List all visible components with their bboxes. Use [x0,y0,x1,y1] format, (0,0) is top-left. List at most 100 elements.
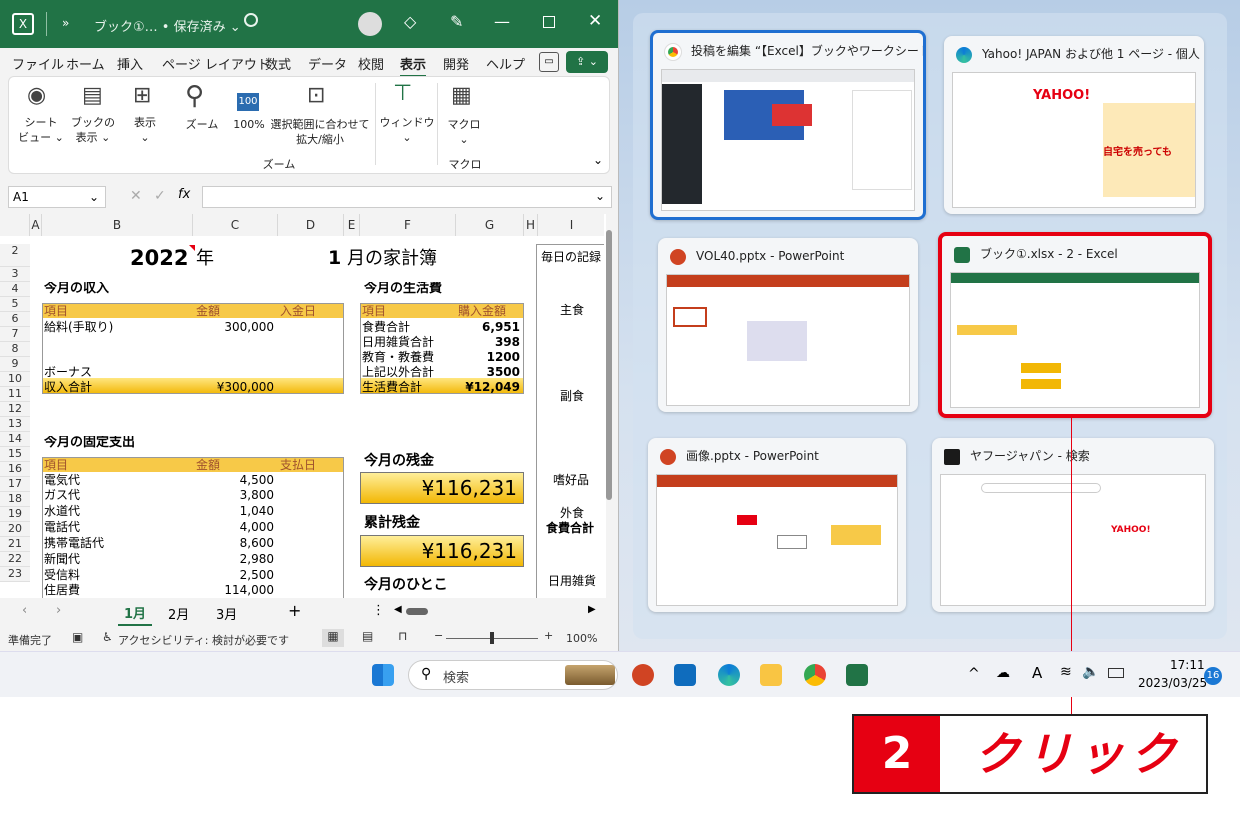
fixed-row-label[interactable]: 水道代 [44,504,80,518]
row-header[interactable]: 16 [0,462,30,477]
tab-help[interactable]: ヘルプ [486,54,525,73]
wifi-icon[interactable]: ≋ [1060,664,1072,680]
fixed-row-label[interactable]: ガス代 [44,488,80,502]
maximize-button[interactable] [543,16,555,28]
prev-sheet-icon[interactable]: ‹ [22,603,27,618]
fixed-row-value[interactable]: 4,500 [200,473,274,487]
column-header[interactable]: D [278,214,344,236]
fixed-row-label[interactable]: 携帯電話代 [44,536,104,550]
window-card-powerpoint-vol40[interactable]: VOL40.pptx - PowerPoint [658,238,918,412]
tab-data[interactable]: データ [308,54,347,73]
row-header[interactable]: 19 [0,507,30,522]
fixed-row-value[interactable]: 1,040 [200,504,274,518]
powerpoint-taskbar-icon[interactable] [632,664,654,686]
cancel-entry-icon[interactable]: ✕ [130,188,142,204]
clock-date[interactable]: 2023/03/25 [1138,676,1207,690]
next-sheet-icon[interactable]: › [56,603,61,618]
window-card-edge[interactable]: Yahoo! JAPAN および他 1 ページ - 個人 -... YAHOO!… [944,36,1204,214]
zoom-to-selection-button[interactable]: 選択範囲に合わせて 拡大/縮小 [265,117,375,147]
living-row-label[interactable]: 日用雑貨合計 [362,335,434,349]
living-row-label[interactable]: 上記以外合計 [362,365,434,379]
formula-input[interactable]: ⌄ [202,186,612,208]
show-button[interactable]: 表示 ⌄ [123,115,167,145]
name-box[interactable]: A1 ⌄ [8,186,106,208]
month-cell[interactable]: 1 [328,247,341,269]
pen-icon[interactable]: ✎ [450,12,463,31]
insert-function-icon[interactable]: fx [178,187,190,202]
fixed-row-label[interactable]: 電気代 [44,473,80,487]
column-header[interactable]: A [30,214,42,236]
tab-insert[interactable]: 挿入 [117,54,143,73]
sheet-view-button[interactable]: シート ビュー ⌄ [17,115,65,145]
row-header[interactable]: 14 [0,432,30,447]
page-layout-view-icon[interactable]: ▤ [362,629,373,643]
book-view-button[interactable]: ブックの 表示 ⌄ [69,115,117,145]
living-row-value[interactable]: 398 [458,335,520,349]
zoom-in-icon[interactable]: + [544,629,553,642]
window-button[interactable]: ウィンドウ ⌄ [379,115,435,145]
fixed-row-value[interactable]: 4,000 [200,520,274,534]
minimize-button[interactable]: — [494,12,510,31]
row-header[interactable]: 20 [0,522,30,537]
chevron-more-icon[interactable]: » [62,16,69,30]
accessibility-status[interactable]: アクセシビリティ: 検討が必要です [118,632,289,648]
fixed-row-label[interactable]: 新聞代 [44,552,80,566]
comment-icon[interactable]: ▭ [539,52,559,72]
row-header[interactable]: 10 [0,372,30,387]
window-card-excel[interactable]: ブック①.xlsx - 2 - Excel [938,232,1212,418]
account-icon[interactable] [358,12,382,36]
column-header[interactable]: B [42,214,193,236]
zoom-100-button[interactable]: 100% [229,117,269,132]
row-header[interactable]: 22 [0,552,30,567]
zoom-button[interactable]: ズーム [179,117,225,132]
worksheet-grid[interactable]: A B C D E F G H I 2 3 4 5 6 7 8 9 10 11 12 13 14 15 16… [0,214,606,598]
clock-time[interactable]: 17:11 [1170,658,1205,672]
fixed-row-label[interactable]: 電話代 [44,520,80,534]
horizontal-scroll-left-icon[interactable]: ◀ [394,604,402,615]
battery-icon[interactable] [1108,668,1124,678]
fixed-row-label[interactable]: 受信料 [44,568,80,582]
tab-file[interactable]: ファイル [12,54,64,73]
tab-view[interactable]: 表示 [400,54,427,78]
fixed-row-value[interactable]: 114,000 [200,583,274,597]
onedrive-icon[interactable]: ☁ [996,665,1010,681]
cumulative-box[interactable]: ¥116,231 [360,535,524,567]
row-header[interactable]: 23 [0,567,30,582]
notification-badge[interactable]: 16 [1204,667,1222,685]
chrome-taskbar-icon[interactable] [804,664,826,686]
fixed-row-label[interactable]: 住居費 [44,583,80,597]
tab-developer[interactable]: 開発 [443,54,469,73]
horizontal-scroll-thumb[interactable] [406,608,428,615]
tab-review[interactable]: 校閲 [358,54,384,73]
scroll-thumb[interactable] [606,230,612,500]
fixed-row-value[interactable]: 2,980 [200,552,274,566]
row-header[interactable]: 3 [0,267,30,282]
search-icon[interactable] [244,13,258,27]
macro-record-icon[interactable]: ▣ [72,630,83,644]
ime-icon[interactable]: A [1032,664,1042,682]
income-row-value[interactable]: 300,000 [200,320,274,334]
income-total-value[interactable]: ¥300,000 [200,380,274,394]
living-row-label[interactable]: 教育・教養費 [362,350,434,364]
premium-diamond-icon[interactable]: ◇ [404,12,416,31]
column-header[interactable]: F [360,214,456,236]
row-header[interactable]: 5 [0,297,30,312]
file-explorer-taskbar-icon[interactable] [760,664,782,686]
sheet-tab-1[interactable]: 1月 [118,603,153,626]
living-total-label[interactable]: 生活費合計 [362,380,422,394]
taskbar-search[interactable]: ⚲ 検索 [408,660,618,690]
row-header[interactable]: 4 [0,282,30,297]
enter-entry-icon[interactable]: ✓ [154,188,166,204]
fixed-row-value[interactable]: 2,500 [200,568,274,582]
ribbon-collapse-icon[interactable]: ⌄ [593,153,603,167]
more-sheets-icon[interactable]: ⋮ [372,603,385,618]
edge-taskbar-icon[interactable] [718,664,740,686]
zoom-out-icon[interactable]: − [434,629,443,642]
balance-box[interactable]: ¥116,231 [360,472,524,504]
sheet-tab-3[interactable]: 3月 [216,604,237,623]
zoom-slider-thumb[interactable] [490,632,494,644]
tab-formulas[interactable]: 数式 [265,54,291,73]
row-header[interactable]: 6 [0,312,30,327]
volume-icon[interactable]: 🔈 [1082,664,1099,680]
living-row-value[interactable]: 6,951 [458,320,520,334]
